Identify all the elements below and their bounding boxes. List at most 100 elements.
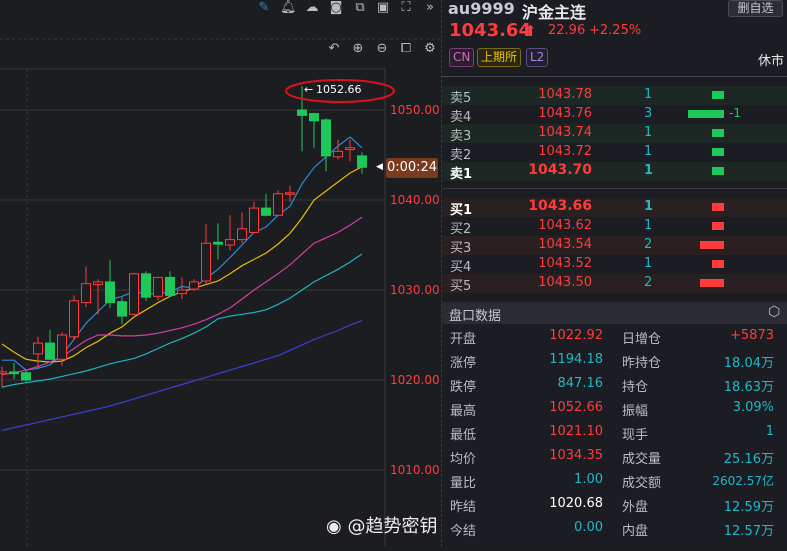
candle-body: [33, 342, 43, 355]
level-qty: 1: [644, 256, 653, 271]
volume-bar: [712, 260, 724, 268]
candle-body: [237, 228, 247, 241]
volume-bar: [712, 129, 724, 137]
bid-row[interactable]: 买3 1043.54 2: [442, 236, 787, 256]
ask-row[interactable]: 卖3 1043.74 1: [442, 124, 787, 144]
candle-body: [201, 242, 211, 282]
pen-icon[interactable]: ✎: [256, 0, 272, 16]
bid-row[interactable]: 买5 1043.50 2: [442, 274, 787, 294]
level-price: 1043.52: [538, 256, 592, 271]
stat-label: 日增仓: [622, 332, 662, 347]
y-tick-label: 1050.00: [390, 103, 440, 117]
candle-body: [81, 283, 91, 304]
stat-value: 2602.57亿: [712, 474, 774, 488]
ma-line-ma10: [1, 166, 363, 363]
high-marker-arrow: ←: [304, 83, 313, 96]
bid-row[interactable]: 买4 1043.52 1: [442, 255, 787, 275]
price-change-pct: +2.25%: [589, 23, 642, 38]
level-price: 1043.70: [528, 162, 592, 178]
countdown-label: 0:00:24: [386, 158, 438, 178]
stat-value: 3.09%: [732, 400, 774, 415]
settings-icon[interactable]: ⬡: [768, 304, 780, 320]
cloud-icon[interactable]: ☁: [304, 0, 320, 16]
ask-row[interactable]: 卖2 1043.72 1: [442, 143, 787, 163]
stat-value: 1.00: [574, 472, 603, 487]
ma-line-ma60: [1, 320, 363, 431]
candle-body: [345, 147, 355, 151]
ma-line-ma5: [2, 136, 363, 371]
level-qty: 2: [644, 275, 653, 290]
level-label: 买5: [450, 279, 472, 294]
double-chevron-right-icon[interactable]: »: [422, 0, 438, 16]
candle-body: [0, 371, 7, 375]
candle-body: [165, 276, 175, 296]
level-label: 卖4: [450, 110, 472, 125]
level-price: 1043.76: [538, 106, 592, 121]
ask-row[interactable]: 卖1 1043.70 1: [442, 162, 787, 182]
candlestick-plot[interactable]: 1050.00 1040.00 1030.00 1020.00 1010.00 ← 1052…: [0, 0, 441, 547]
last-price: 1043.64: [449, 20, 531, 41]
y-tick-label: 1030.00: [390, 283, 440, 297]
layout-icon[interactable]: ⧠: [398, 41, 414, 57]
y-tick-label: 1020.00: [390, 373, 440, 387]
stat-label: 跌停: [450, 380, 477, 395]
zoom-in-icon[interactable]: ⊕: [350, 41, 366, 57]
stat-label: 量比: [450, 476, 477, 491]
stat-value: 1052.66: [549, 400, 603, 415]
volume-bar: [712, 167, 724, 175]
settings-icon[interactable]: ⚙: [422, 41, 438, 57]
level-label: 买4: [450, 260, 472, 275]
volume-bar: [712, 203, 724, 211]
volume-bar: [712, 222, 724, 230]
divider: [442, 76, 787, 77]
candle-body: [189, 281, 199, 290]
ma-line-ma40: [1, 253, 363, 388]
monitor-icon[interactable]: ▣: [375, 0, 391, 16]
ask-row[interactable]: 卖5 1043.78 1: [442, 86, 787, 106]
undo-icon[interactable]: ↶: [326, 41, 342, 57]
candle-body: [297, 109, 307, 116]
level-qty: 2: [644, 237, 653, 252]
candle-body: [321, 119, 331, 157]
level-qty: 1: [644, 163, 654, 178]
bid-row[interactable]: 买1 1043.66 1: [442, 198, 787, 218]
stats-header: 盘口数据 ⬡: [442, 302, 787, 324]
high-marker-label: 1052.66: [316, 83, 362, 96]
symbol-code: au9999: [448, 0, 515, 18]
stat-value: +5873: [730, 328, 774, 343]
quote-panel: au9999 沪金主连 删自选 1043.64 ⬆ 22.96 +2.25% C…: [441, 0, 787, 547]
level-price: 1043.66: [528, 198, 592, 214]
bell-icon[interactable]: 🔔︎: [280, 0, 297, 16]
up-arrow-icon: ⬆: [524, 22, 537, 40]
camera-icon[interactable]: ◙: [328, 0, 344, 16]
candle-body: [225, 239, 235, 246]
level-label: 买2: [450, 222, 472, 237]
stat-label: 开盘: [450, 332, 477, 347]
ask-row[interactable]: 卖4 1043.76 3 -1: [442, 105, 787, 125]
stat-label: 外盘: [622, 500, 649, 515]
stat-label: 均价: [450, 452, 477, 467]
stat-value: 25.16万: [723, 452, 774, 467]
volume-bar: [700, 241, 724, 249]
watermark-text: @趋势密钥: [347, 516, 438, 537]
level-label: 卖2: [450, 148, 472, 163]
bid-row[interactable]: 买2 1043.62 1: [442, 217, 787, 237]
level-qty: 3: [644, 106, 653, 121]
level-label: 卖1: [450, 167, 473, 182]
candle-body: [285, 192, 295, 195]
copy-icon[interactable]: ⧉: [352, 0, 368, 16]
market-status: 休市: [758, 54, 785, 69]
level-price: 1043.50: [538, 275, 592, 290]
candle-body: [273, 193, 283, 216]
stat-value: 18.04万: [723, 356, 774, 371]
volume-bar: [712, 91, 724, 99]
fullscreen-icon[interactable]: ⛶: [398, 0, 414, 16]
remove-watchlist-button[interactable]: 删自选: [728, 0, 783, 17]
watermark: ◉ @趋势密钥: [326, 512, 437, 538]
tag-exchange: 上期所: [477, 48, 522, 67]
candle-body: [117, 301, 127, 317]
kline-chart[interactable]: 1050.00 1040.00 1030.00 1020.00 1010.00 ← 1052…: [0, 0, 441, 547]
level-label: 卖5: [450, 91, 472, 106]
stat-value: 1194.18: [549, 352, 603, 367]
zoom-out-icon[interactable]: ⊖: [374, 41, 390, 57]
